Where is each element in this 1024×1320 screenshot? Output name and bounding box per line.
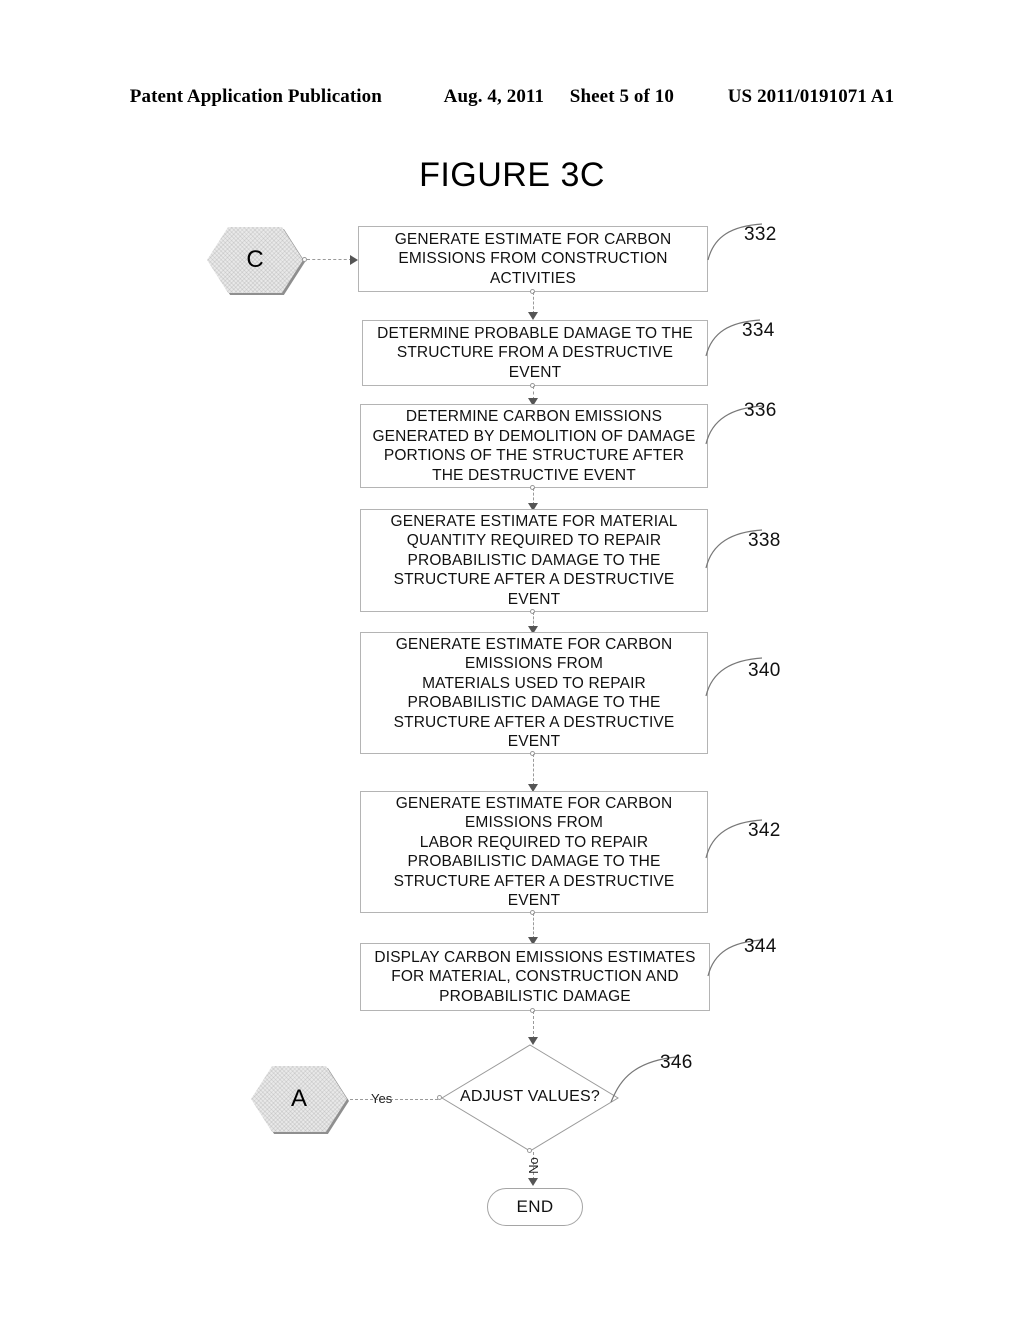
step-box-338-text: GENERATE ESTIMATE FOR MATERIAL QUANTITY …	[390, 512, 678, 608]
step-box-340-text: GENERATE ESTIMATE FOR CARBON EMISSIONS F…	[393, 635, 675, 751]
step-box-338: GENERATE ESTIMATE FOR MATERIAL QUANTITY …	[360, 509, 708, 612]
entry-connector-line	[307, 259, 352, 260]
step-box-344: DISPLAY CARBON EMISSIONS ESTIMATES FOR M…	[360, 943, 710, 1011]
arrowhead-332-334	[528, 312, 538, 320]
step-box-342: GENERATE ESTIMATE FOR CARBON EMISSIONS F…	[360, 791, 708, 913]
connector-332-334	[533, 292, 534, 314]
step-box-334-text: DETERMINE PROBABLE DAMAGE TO THE STRUCTU…	[377, 324, 693, 381]
yes-branch-label: Yes	[371, 1091, 393, 1106]
reference-numeral-344: 344	[744, 936, 777, 957]
end-terminator: END	[487, 1188, 583, 1226]
reference-numeral-346: 346	[660, 1052, 693, 1073]
header-publication-title: Patent Application Publication	[129, 86, 382, 107]
reference-numeral-338: 338	[748, 530, 781, 551]
no-branch-arrowhead	[528, 1178, 538, 1186]
reference-numeral-336: 336	[744, 400, 777, 421]
header-sheet-number: Sheet 5 of 10	[569, 86, 675, 107]
entry-connector-label: C	[246, 246, 264, 273]
step-box-332-text: GENERATE ESTIMATE FOR CARBON EMISSIONS F…	[394, 230, 672, 287]
reference-numeral-332: 332	[744, 224, 777, 245]
connector-344-decision	[533, 1011, 534, 1039]
step-box-344-text: DISPLAY CARBON EMISSIONS ESTIMATES FOR M…	[374, 948, 696, 1005]
connector-342-344	[533, 913, 534, 939]
reference-numeral-334: 334	[742, 320, 775, 341]
end-terminator-label: END	[516, 1197, 554, 1216]
header-document-number: US 2011/0191071 A1	[727, 86, 895, 107]
decision-bottom-port-dot	[527, 1148, 532, 1153]
patent-header: Patent Application Publication Aug. 4, 2…	[0, 86, 1024, 108]
reference-numeral-342: 342	[748, 820, 781, 841]
reference-numeral-340: 340	[748, 660, 781, 681]
step-box-336-text: DETERMINE CARBON EMISSIONS GENERATED BY …	[372, 408, 696, 484]
exit-connector-label: A	[290, 1085, 307, 1112]
step-box-334: DETERMINE PROBABLE DAMAGE TO THE STRUCTU…	[362, 320, 708, 386]
no-branch-label: No	[525, 1157, 541, 1174]
header-publication-date: Aug. 4, 2011	[443, 86, 545, 107]
entry-connector-arrowhead	[350, 255, 358, 265]
step-box-342-text: GENERATE ESTIMATE FOR CARBON EMISSIONS F…	[393, 794, 675, 910]
step-box-340: GENERATE ESTIMATE FOR CARBON EMISSIONS F…	[360, 632, 708, 754]
figure-title: FIGURE 3C	[419, 156, 605, 194]
step-box-336: DETERMINE CARBON EMISSIONS GENERATED BY …	[360, 404, 708, 488]
decision-diamond-label: ADJUST VALUES?	[459, 1088, 601, 1105]
connector-340-342	[533, 754, 534, 786]
step-box-332: GENERATE ESTIMATE FOR CARBON EMISSIONS F…	[358, 226, 708, 292]
